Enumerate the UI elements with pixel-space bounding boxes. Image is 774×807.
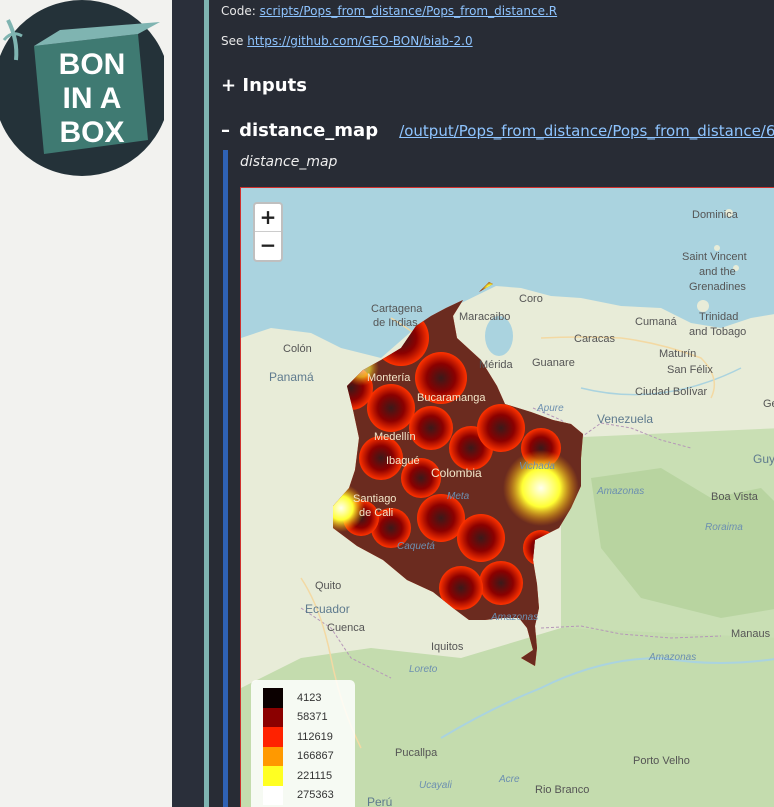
label-meta: Meta	[447, 491, 470, 502]
label-ecuador: Ecuador	[305, 602, 350, 616]
label-quito: Quito	[315, 580, 341, 592]
label-san-felix: San Félix	[667, 364, 713, 376]
label-amazonas-1: Amazonas	[596, 486, 644, 497]
label-boa-vista: Boa Vista	[711, 491, 759, 503]
legend-label: 58371	[297, 711, 328, 724]
see-line: See https://github.com/GEO-BON/biab-2.0	[221, 34, 473, 48]
collapse-icon[interactable]: –	[221, 120, 230, 141]
label-trinidad: Trinidad	[699, 311, 738, 323]
legend-label: 275363	[297, 789, 334, 802]
legend-item: 4123	[263, 688, 343, 708]
label-caqueta: Caquetá	[397, 541, 435, 552]
sidebar-divider	[172, 0, 204, 807]
inputs-heading: Inputs	[242, 75, 307, 96]
label-panama: Panamá	[269, 370, 314, 384]
label-cumana: Cumaná	[635, 316, 677, 328]
label-maracaibo: Maracaibo	[459, 311, 510, 323]
logo-text-box: BOX	[59, 116, 124, 149]
label-grenadines: Grenadines	[689, 281, 746, 293]
label-maturin: Maturín	[659, 348, 696, 360]
legend-label: 4123	[297, 691, 322, 704]
see-prefix: See	[221, 34, 244, 48]
label-santiago: Santiago	[353, 493, 396, 505]
label-cartagena: Cartagena	[371, 303, 423, 315]
legend-swatch	[263, 727, 283, 747]
left-panel: BON IN A BOX	[0, 0, 172, 807]
label-venezuela: Venezuela	[597, 412, 653, 426]
label-colon: Colón	[283, 343, 312, 355]
bon-in-a-box-logo[interactable]: BON IN A BOX	[0, 0, 164, 176]
legend-swatch	[263, 766, 283, 786]
label-saint-vincent: Saint Vincent	[682, 251, 747, 263]
label-guyana: Guy	[753, 452, 774, 466]
label-vichada: Vichada	[519, 461, 555, 472]
code-link[interactable]: scripts/Pops_from_distance/Pops_from_dis…	[260, 4, 558, 18]
legend-label: 112619	[297, 730, 333, 743]
output-path-link[interactable]: /output/Pops_from_distance/Pops_from_dis…	[399, 122, 774, 140]
label-loreto: Loreto	[409, 664, 438, 675]
label-colombia: Colombia	[431, 466, 482, 480]
label-ucayali: Ucayali	[419, 780, 453, 791]
label-manaus: Manaus	[731, 628, 771, 640]
label-iquitos: Iquitos	[431, 641, 464, 653]
label-peru: Perú	[367, 795, 392, 807]
label-guanare: Guanare	[532, 357, 575, 369]
label-de-indias: de Indias	[373, 317, 418, 329]
expand-icon: +	[221, 75, 237, 96]
distance-map[interactable]: Dominica Saint Vincent and the Grenadine…	[240, 187, 774, 807]
label-cuenca: Cuenca	[327, 622, 366, 634]
legend-swatch	[263, 707, 283, 727]
label-merida: Mérida	[479, 359, 514, 371]
zoom-out-button[interactable]: −	[255, 232, 281, 260]
inputs-section-toggle[interactable]: + Inputs	[221, 75, 307, 96]
label-monteria: Montería	[367, 372, 411, 384]
label-amazonas-3: Amazonas	[648, 652, 696, 663]
github-link[interactable]: https://github.com/GEO-BON/biab-2.0	[247, 34, 472, 48]
legend-item: 112619	[263, 727, 343, 747]
output-label: distance_map	[240, 154, 338, 170]
label-bucaramanga: Bucaramanga	[417, 392, 486, 404]
label-caracas: Caracas	[574, 333, 615, 345]
legend-label: 221115	[297, 769, 333, 782]
label-ge: Ge	[763, 398, 774, 410]
code-prefix: Code:	[221, 4, 256, 18]
label-roraima: Roraima	[705, 522, 743, 533]
main-content: Code: scripts/Pops_from_distance/Pops_fr…	[209, 0, 774, 807]
distance-map-section: – distance_map /output/Pops_from_distanc…	[221, 120, 774, 141]
label-porto-velho: Porto Velho	[633, 755, 690, 767]
label-apure: Apure	[536, 403, 564, 414]
label-saint-vincent-2: and the	[699, 266, 736, 278]
label-pucallpa: Pucallpa	[395, 747, 438, 759]
logo-text-in-a: IN A	[63, 82, 122, 115]
label-de-cali: de Cali	[359, 507, 393, 519]
label-tobago: and Tobago	[689, 326, 746, 338]
output-indicator-bar	[223, 150, 228, 807]
legend-item: 166867	[263, 746, 343, 766]
legend-swatch	[263, 688, 283, 708]
logo-text-bon: BON	[59, 48, 126, 81]
code-line: Code: scripts/Pops_from_distance/Pops_fr…	[221, 4, 557, 18]
legend-item: 275363	[263, 785, 343, 805]
label-ibague: Ibagué	[386, 455, 420, 467]
distance-map-heading[interactable]: distance_map	[239, 120, 378, 141]
legend-item: 58371	[263, 707, 343, 727]
label-coro: Coro	[519, 293, 543, 305]
zoom-control: + −	[253, 202, 283, 262]
legend-swatch	[263, 785, 283, 805]
label-acre: Acre	[498, 774, 520, 785]
legend-swatch	[263, 746, 283, 766]
label-rio-branco: Rio Branco	[535, 784, 589, 796]
label-dominica: Dominica	[692, 209, 739, 221]
label-medellin: Medellín	[374, 431, 416, 443]
label-ciudad-bolivar: Ciudad Bolívar	[635, 386, 707, 398]
label-amazonas-2: Amazonas	[490, 612, 538, 623]
zoom-in-button[interactable]: +	[255, 204, 281, 232]
map-legend: 4123 58371 112619 166867 221115 275363	[251, 680, 355, 807]
legend-label: 166867	[297, 750, 334, 763]
legend-item: 221115	[263, 766, 343, 786]
